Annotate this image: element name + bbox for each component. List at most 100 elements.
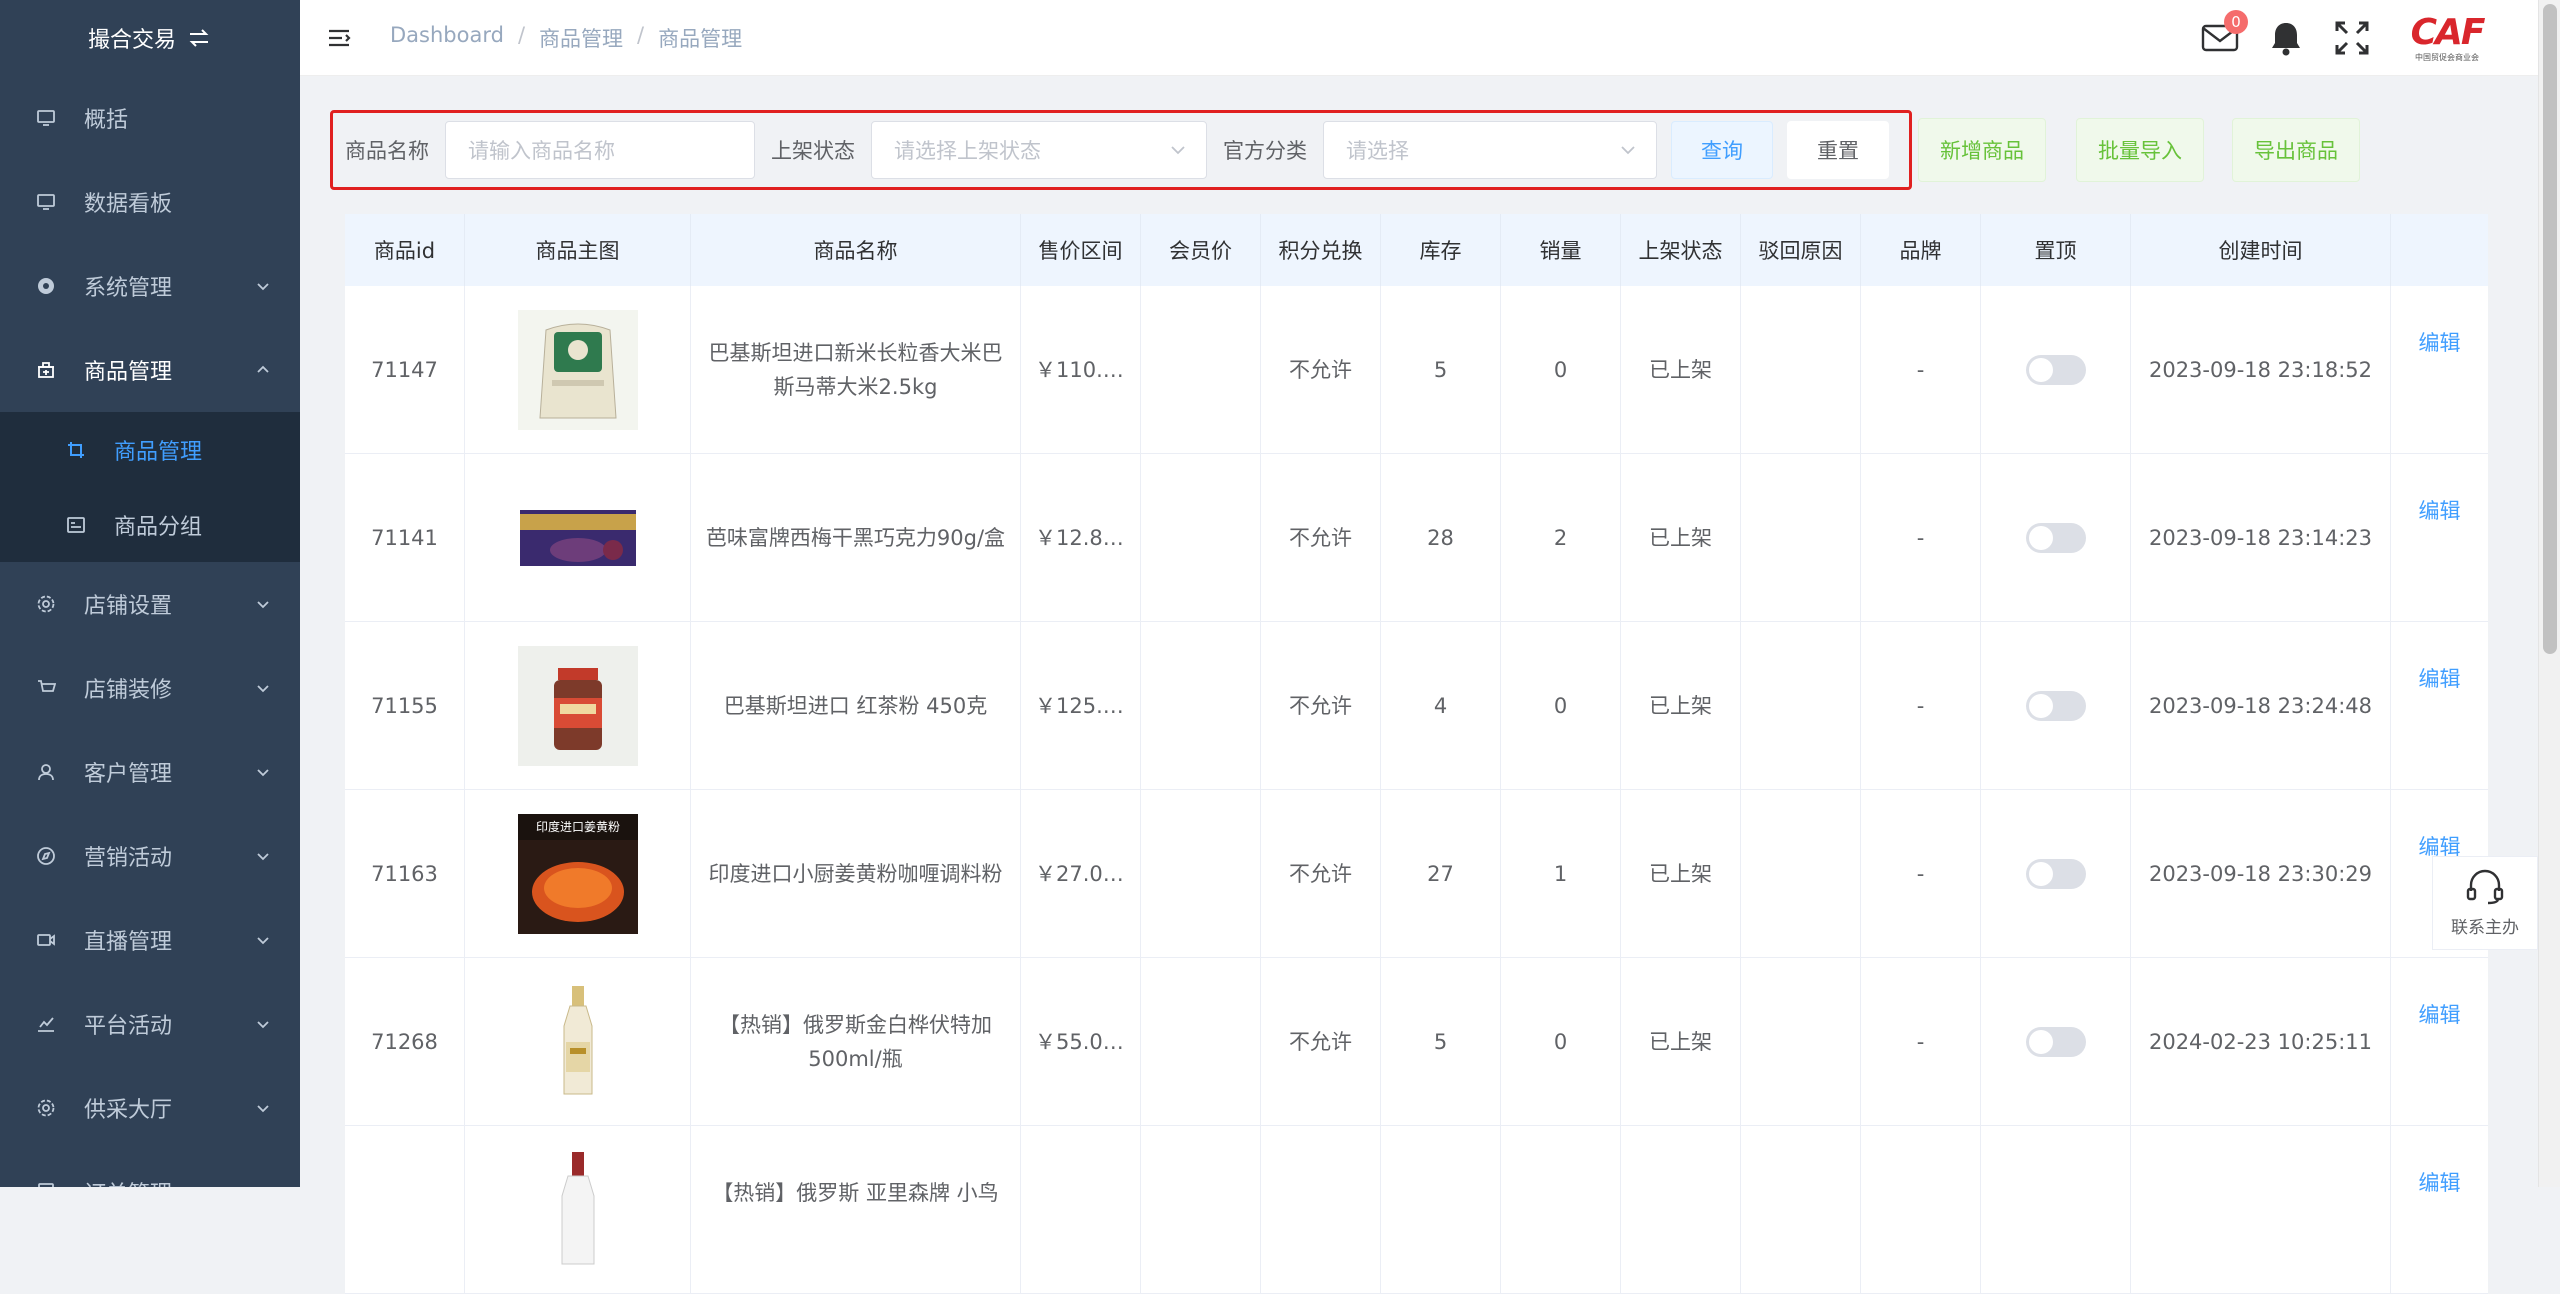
compass-icon [36, 846, 56, 866]
cell-brand: - [1861, 454, 1981, 622]
cell-brand-text: - [1916, 358, 1925, 382]
breadcrumb-item[interactable]: 商品管理 [539, 23, 623, 53]
cell-image [465, 286, 691, 454]
mail-button[interactable]: 0 [2200, 10, 2248, 58]
query-button[interactable]: 查询 [1671, 121, 1773, 179]
table-row: 71268 【热销】俄罗斯金白桦伏特加 500ml/瓶 ￥55.0… 不允许 5 0 已上架… [345, 958, 2488, 1126]
cell-member-price [1141, 958, 1261, 1126]
cell-image [465, 1126, 691, 1294]
edit-link[interactable]: 编辑 [2419, 1166, 2461, 1200]
sidebar-item-store-decoration[interactable]: 店铺装修 [0, 646, 300, 730]
sidebar-item-store-settings[interactable]: 店铺设置 [0, 562, 300, 646]
cell-id: 71163 [345, 790, 465, 958]
product-thumbnail[interactable] [517, 982, 638, 1102]
sidebar-subitem-product-groups[interactable]: 商品分组 [0, 487, 300, 562]
table-row: 71155 巴基斯坦进口 红茶粉 450克 ￥125.… 不允许 4 0 已上架 - 2023-… [345, 622, 2488, 790]
cell-sales-text: 1 [1553, 862, 1568, 886]
table-body: 71147 巴基斯坦进口新米长粒香大米巴斯马蒂大米2.5kg ￥110.… 不允许 5 0… [345, 286, 2488, 1294]
pin-toggle[interactable] [2025, 1027, 2086, 1057]
picture-icon [66, 515, 86, 535]
edit-link[interactable]: 编辑 [2419, 998, 2461, 1032]
cell-points: 不允许 [1261, 286, 1381, 454]
column-header: 驳回原因 [1741, 214, 1861, 286]
edit-link[interactable]: 编辑 [2419, 662, 2461, 696]
cell-status-text: 已上架 [1649, 1030, 1712, 1054]
column-header: 商品id [345, 214, 465, 286]
cell-brand: - [1861, 790, 1981, 958]
export-products-button[interactable]: 导出商品 [2232, 118, 2360, 182]
cell-id-text: 71163 [371, 862, 438, 886]
sidebar-item-system[interactable]: 系统管理 [0, 244, 300, 328]
product-thumbnail[interactable] [517, 310, 638, 430]
vertical-scrollbar[interactable] [2538, 0, 2560, 1187]
cell-brand-text: - [1916, 526, 1925, 550]
sidebar-item-orders[interactable]: 订单管理 [0, 1150, 300, 1187]
sidebar-subitem-product-management[interactable]: 商品管理 [0, 412, 300, 487]
cell-points-text: 不允许 [1289, 1030, 1352, 1054]
cell-action: 编辑 [2391, 286, 2488, 454]
notification-button[interactable] [2266, 18, 2306, 58]
reset-button[interactable]: 重置 [1787, 121, 1889, 179]
cell-points: 不允许 [1261, 622, 1381, 790]
product-thumbnail[interactable] [517, 1146, 638, 1266]
cell-member-price [1141, 1126, 1261, 1294]
hamburger-icon[interactable] [326, 25, 352, 51]
add-product-button[interactable]: 新增商品 [1918, 118, 2046, 182]
cell-pinned [1981, 958, 2131, 1126]
product-thumbnail[interactable]: 印度进口姜黄粉 [517, 814, 638, 934]
pin-toggle[interactable] [2025, 859, 2086, 889]
cell-status [1621, 1126, 1741, 1294]
sidebar-brand[interactable]: 撮合交易 [0, 0, 300, 76]
status-select[interactable]: 请选择上架状态 [871, 121, 1207, 179]
pin-toggle[interactable] [2025, 523, 2086, 553]
cell-name-text: 巴基斯坦进口新米长粒香大米巴斯马蒂大米2.5kg [708, 341, 1003, 399]
chevron-down-icon [257, 1105, 269, 1113]
cell-action: 编辑 [2391, 1126, 2488, 1294]
logo-subtext: 中国贸促会商业会 [2415, 52, 2479, 62]
cell-brand: - [1861, 622, 1981, 790]
mail-badge: 0 [2224, 10, 2248, 34]
cell-status-text: 已上架 [1649, 358, 1712, 382]
cell-sales: 0 [1501, 958, 1621, 1126]
sidebar-item-supply-hall[interactable]: 供采大厅 [0, 1066, 300, 1150]
table-row: 71147 巴基斯坦进口新米长粒香大米巴斯马蒂大米2.5kg ￥110.… 不允许 5 0… [345, 286, 2488, 454]
pin-toggle[interactable] [2025, 355, 2086, 385]
sidebar-item-overview[interactable]: 概括 [0, 76, 300, 160]
column-header: 售价区间 [1021, 214, 1141, 286]
cell-image [465, 454, 691, 622]
category-select[interactable]: 请选择 [1323, 121, 1657, 179]
cell-name-text: 巴基斯坦进口 红茶粉 450克 [723, 694, 988, 718]
product-name-input[interactable]: 请输入商品名称 [445, 121, 755, 179]
cell-stock-text: 27 [1427, 862, 1454, 886]
sidebar-item-products[interactable]: 商品管理 [0, 328, 300, 412]
sidebar-item-live[interactable]: 直播管理 [0, 898, 300, 982]
batch-import-button[interactable]: 批量导入 [2076, 118, 2204, 182]
sidebar-item-marketing[interactable]: 营销活动 [0, 814, 300, 898]
sidebar-item-platform-activities[interactable]: 平台活动 [0, 982, 300, 1066]
breadcrumb-item[interactable]: Dashboard [390, 23, 504, 53]
switch-icon[interactable] [186, 25, 212, 51]
cell-brand-text: - [1916, 862, 1925, 886]
cell-pinned [1981, 790, 2131, 958]
cell-brand-text: - [1916, 1030, 1925, 1054]
edit-link[interactable]: 编辑 [2419, 494, 2461, 528]
top-header: Dashboard / 商品管理 / 商品管理 0 CAF 中国贸促会商业会 [300, 0, 2540, 76]
cart-icon [36, 678, 56, 698]
scrollbar-thumb[interactable] [2543, 4, 2557, 654]
product-thumbnail[interactable] [517, 478, 638, 598]
product-thumbnail[interactable] [517, 646, 638, 766]
cell-id-text: 71147 [371, 358, 438, 382]
pin-toggle[interactable] [2025, 691, 2086, 721]
status-placeholder: 请选择上架状态 [894, 139, 1041, 163]
cell-price-text: ￥125.… [1035, 694, 1124, 718]
gear-icon [36, 594, 56, 614]
sidebar: 撮合交易 概括 数据看板 系统管理 商品管理 商品管理 商品分组 店铺设置 店铺… [0, 0, 300, 1187]
table-row: 71163 印度进口姜黄粉 印度进口小厨姜黄粉咖喱调料粉 ￥27.0… 不允许 27 1 已上… [345, 790, 2488, 958]
cell-points-text: 不允许 [1289, 526, 1352, 550]
cell-price: ￥125.… [1021, 622, 1141, 790]
edit-link[interactable]: 编辑 [2419, 326, 2461, 360]
sidebar-item-customers[interactable]: 客户管理 [0, 730, 300, 814]
contact-organizer-button[interactable]: 联系主办 [2432, 856, 2538, 950]
sidebar-item-dashboard[interactable]: 数据看板 [0, 160, 300, 244]
fullscreen-button[interactable] [2332, 18, 2372, 58]
